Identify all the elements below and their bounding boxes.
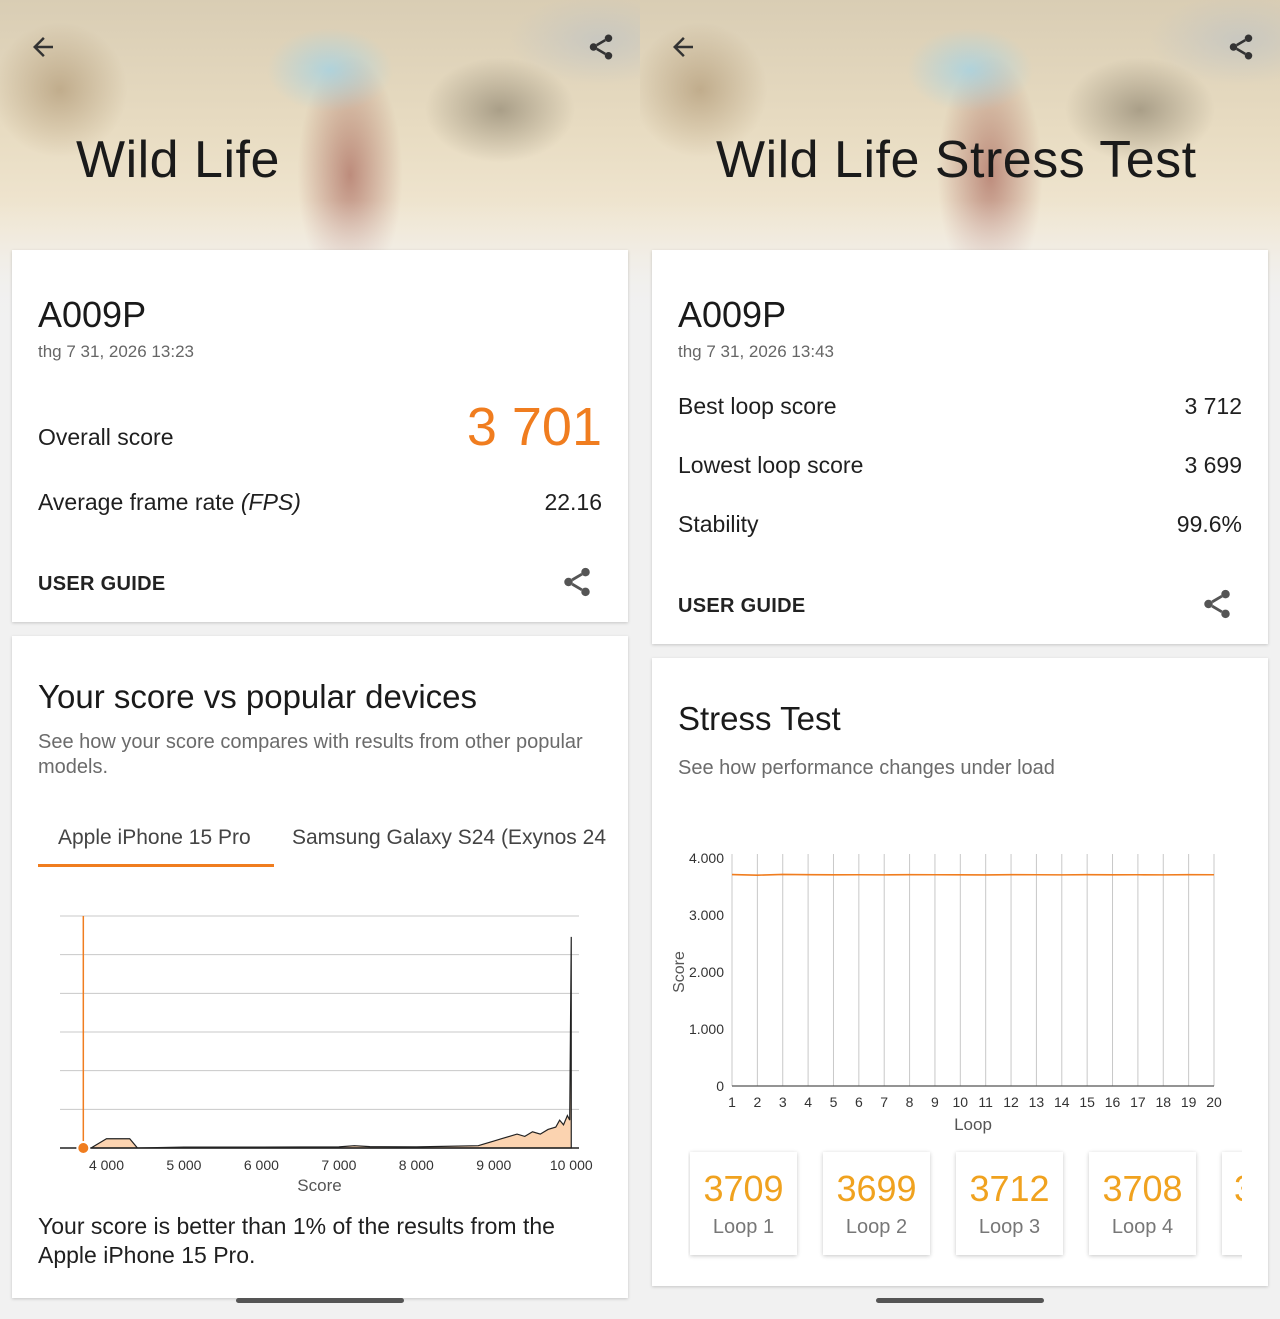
overall-score-value: 3 701 [466, 397, 602, 457]
loop-label: Loop 1 [712, 1216, 775, 1238]
home-indicator [236, 1298, 404, 1303]
loop-score: 3699 [836, 1168, 917, 1209]
loop-score: 3708 [1102, 1168, 1183, 1209]
your-score-marker [76, 1141, 91, 1155]
loop-label: Loop 3 [978, 1216, 1041, 1238]
share-icon [564, 567, 590, 597]
x-tick-label: 9 000 [476, 1157, 511, 1173]
wild-life-result-screen: Wild Life A009P thg 7 31, 2026 13:23 Ove… [0, 0, 640, 1319]
loop-card[interactable]: 3 [1222, 1152, 1242, 1255]
loop-card[interactable]: 3709 Loop 1 [690, 1152, 797, 1255]
x-axis-label: Score [297, 1176, 341, 1195]
loop-cards-viewport[interactable]: 3709 Loop 1 3699 Loop 2 3712 Loop 3 3708… [688, 0, 1242, 1319]
loop-score: 3712 [969, 1168, 1050, 1209]
fps-label-main: Average frame rate [38, 489, 241, 515]
comparison-card: Your score vs popular devices See how yo… [12, 636, 628, 1298]
tab-apple-iphone-15-pro[interactable]: Apple iPhone 15 Pro [58, 826, 251, 850]
arrow-left-icon [33, 37, 53, 57]
share-button[interactable] [584, 30, 618, 64]
score-distribution-chart: 4 000 5 000 6 000 7 000 8 000 9 000 10 000 Scor… [60, 915, 593, 1195]
active-tab-indicator [38, 864, 274, 867]
x-tick-label: 6 000 [244, 1157, 279, 1173]
distribution-area [75, 936, 572, 1149]
loop-card[interactable]: 3712 Loop 3 [956, 1152, 1063, 1255]
result-summary: Your score is better than 1% of the resu… [38, 1213, 555, 1268]
x-tick-label: 10 000 [550, 1157, 593, 1173]
score-card: A009P thg 7 31, 2026 13:23 Overall score… [12, 250, 628, 622]
loop-score: 3 [1234, 1168, 1242, 1210]
comparison-title: Your score vs popular devices [38, 678, 478, 715]
fps-value: 22.16 [544, 489, 602, 515]
x-tick-label: 8 000 [399, 1157, 434, 1173]
tab-samsung-galaxy-s24[interactable]: Samsung Galaxy S24 (Exynos 24 [292, 826, 612, 850]
x-tick-label: 5 000 [166, 1157, 201, 1173]
loop-label: Loop 4 [1111, 1216, 1174, 1238]
y-axis-label: Score [671, 951, 688, 993]
loop-card[interactable]: 3699 Loop 2 [823, 1152, 930, 1255]
page-title: Wild Life [76, 131, 280, 189]
test-date: thg 7 31, 2026 13:23 [38, 342, 194, 361]
fps-label-unit: (FPS) [240, 489, 301, 515]
x-tick-label: 7 000 [321, 1157, 356, 1173]
overall-score-label: Overall score [38, 424, 174, 450]
device-name: A009P [38, 294, 147, 335]
loop-label: Loop 2 [845, 1216, 908, 1238]
card-share-button[interactable] [560, 565, 594, 599]
loop-card[interactable]: 3708 Loop 4 [1089, 1152, 1196, 1255]
loop-score: 3709 [703, 1168, 784, 1209]
share-icon [589, 34, 613, 60]
comparison-subtitle: See how your score compares with results… [38, 731, 583, 778]
user-guide-link[interactable]: USER GUIDE [38, 573, 165, 596]
fps-label: Average frame rate (FPS) [38, 489, 301, 516]
x-tick-label: 4 000 [89, 1157, 124, 1173]
back-button[interactable] [26, 30, 60, 64]
